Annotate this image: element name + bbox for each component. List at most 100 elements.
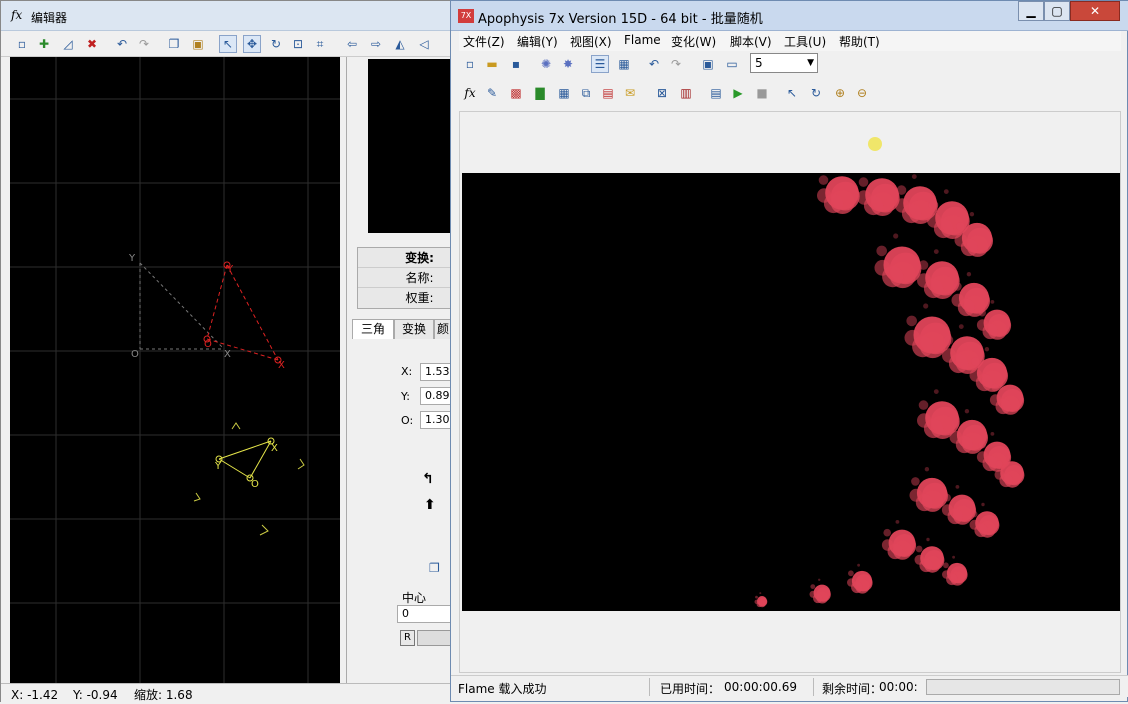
fractal-frond bbox=[917, 249, 960, 299]
quality-combo[interactable]: 5 ▼ bbox=[750, 53, 818, 73]
main-statusbar: Flame 载入成功 已用时间： 00:00:00.69 剩余时间： 00:00… bbox=[451, 675, 1128, 697]
tab-transform[interactable]: 变换 bbox=[394, 319, 434, 339]
redo-icon[interactable]: ↷ bbox=[135, 35, 153, 53]
transform-header: 变换: bbox=[358, 248, 451, 268]
stop-icon[interactable]: ■ bbox=[753, 84, 771, 102]
red-y-label: Y bbox=[227, 264, 234, 275]
play-icon[interactable]: ▶ bbox=[729, 84, 747, 102]
r-button[interactable]: R bbox=[400, 630, 415, 646]
new-file-icon[interactable]: ▫ bbox=[13, 35, 31, 53]
editor-tabs: 三角 变换 颜 bbox=[352, 319, 452, 339]
close-button[interactable]: ✕ bbox=[1070, 1, 1120, 21]
window-icon[interactable]: ▭ bbox=[723, 55, 741, 73]
palette-icon[interactable]: ▩ bbox=[507, 84, 525, 102]
fullscreen-icon[interactable]: ▣ bbox=[699, 55, 717, 73]
editor-titlebar[interactable]: fx 编辑器 bbox=[1, 1, 451, 31]
fractal-frond bbox=[881, 520, 917, 560]
fractal-frond bbox=[754, 592, 768, 608]
delete-icon[interactable]: ✖ bbox=[83, 35, 101, 53]
menu-file[interactable]: 文件(Z) bbox=[463, 33, 505, 50]
menu-edit[interactable]: 编辑(Y) bbox=[517, 33, 558, 50]
transform-info-table: 变换: 名称: 权重: bbox=[357, 247, 452, 309]
undo-icon[interactable]: ↶ bbox=[113, 35, 131, 53]
fractal-frond bbox=[847, 563, 873, 594]
add-triangle-icon[interactable]: ✚ bbox=[35, 35, 53, 53]
select-icon[interactable]: ↖ bbox=[219, 35, 237, 53]
flip-right-icon[interactable]: ⇨ bbox=[367, 35, 385, 53]
reset-button[interactable] bbox=[417, 630, 452, 646]
script-editor-icon[interactable]: ▤ bbox=[707, 84, 725, 102]
render-icon[interactable]: ✺ bbox=[537, 55, 555, 73]
axis-x-label: X bbox=[224, 349, 231, 360]
flame-preview-area[interactable] bbox=[459, 111, 1121, 673]
rotate-icon[interactable]: ↻ bbox=[267, 35, 285, 53]
menu-tools[interactable]: 工具(U) bbox=[784, 33, 826, 50]
thumbnail-view-icon[interactable]: ▦ bbox=[615, 55, 633, 73]
remaining-value: 00:00: bbox=[879, 680, 918, 694]
axis-o-label: O bbox=[131, 349, 139, 360]
menu-help[interactable]: 帮助(T) bbox=[839, 33, 880, 50]
export-icon[interactable]: ▤ bbox=[599, 84, 617, 102]
list-view-icon[interactable]: ☰ bbox=[591, 55, 609, 73]
remaining-label: 剩余时间： bbox=[822, 682, 883, 696]
mutate-icon[interactable]: ▦ bbox=[555, 84, 573, 102]
move-up-icon[interactable]: ⬆ bbox=[424, 497, 436, 513]
red-o-label: O bbox=[204, 339, 212, 350]
gradient-icon[interactable]: ▇ bbox=[531, 84, 549, 102]
fractal-frond bbox=[817, 175, 860, 214]
reset-icon[interactable]: ◁ bbox=[415, 35, 433, 53]
center-field[interactable]: 0 bbox=[397, 605, 452, 623]
y-field[interactable]: 0.892 bbox=[420, 387, 457, 405]
o-field[interactable]: 1.300 bbox=[420, 411, 457, 429]
new-flame-icon[interactable]: ▫ bbox=[461, 55, 479, 73]
pointer-icon[interactable]: ↖ bbox=[783, 84, 801, 102]
main-undo-icon[interactable]: ↶ bbox=[645, 55, 663, 73]
fractal-frond bbox=[909, 467, 948, 512]
fractal-frond bbox=[914, 537, 945, 573]
status-zoom: 缩放: 1.68 bbox=[134, 688, 193, 702]
combo-value: 5 bbox=[755, 56, 763, 70]
open-icon[interactable]: ▬ bbox=[483, 55, 501, 73]
yellow-x-label: X bbox=[271, 443, 278, 454]
flip-left-icon[interactable]: ⇦ bbox=[343, 35, 361, 53]
status-x: X: -1.42 bbox=[11, 688, 59, 702]
maximize-button[interactable]: ▢ bbox=[1044, 1, 1070, 21]
menu-view[interactable]: 视图(X) bbox=[570, 33, 612, 50]
minimize-button[interactable]: ▁ bbox=[1018, 1, 1044, 21]
options-icon[interactable]: ✉ bbox=[621, 84, 639, 102]
transparency-icon[interactable]: ⊠ bbox=[653, 84, 671, 102]
move-icon[interactable]: ✥ bbox=[243, 35, 261, 53]
status-separator bbox=[813, 678, 814, 696]
zoom-in-icon[interactable]: ⊕ bbox=[831, 84, 849, 102]
adjust-icon[interactable]: ✎ bbox=[483, 84, 501, 102]
menu-flame[interactable]: Flame bbox=[624, 33, 661, 47]
tab-triangle[interactable]: 三角 bbox=[352, 319, 394, 339]
triangle-canvas[interactable]: Y O X Y O X X Y O bbox=[10, 57, 340, 683]
duplicate-icon[interactable]: ◿ bbox=[59, 35, 77, 53]
main-redo-icon[interactable]: ↷ bbox=[667, 55, 685, 73]
menu-bar: 文件(Z) 编辑(Y) 视图(X) Flame 变化(W) 脚本(V) 工具(U… bbox=[459, 31, 1121, 51]
mirror-icon[interactable]: ◭ bbox=[391, 35, 409, 53]
editor-statusbar: X: -1.42 Y: -0.94 缩放: 1.68 bbox=[1, 683, 451, 703]
copy-icon[interactable]: ❐ bbox=[165, 35, 183, 53]
copy-transform-icon[interactable]: ❐ bbox=[429, 561, 440, 575]
elapsed-value: 00:00:00.69 bbox=[724, 680, 797, 694]
guides-icon[interactable]: ▥ bbox=[677, 84, 695, 102]
rotate-left-icon[interactable]: ↰ bbox=[422, 471, 434, 487]
menu-variation[interactable]: 变化(W) bbox=[671, 33, 716, 50]
zoom-out-icon[interactable]: ⊖ bbox=[853, 84, 871, 102]
grid-icon[interactable]: ⌗ bbox=[311, 35, 329, 53]
x-field[interactable]: 1.538 bbox=[420, 363, 457, 381]
editor-icon[interactable]: fx bbox=[461, 84, 479, 102]
main-titlebar[interactable]: 7X Apophysis 7x Version 15D - 64 bit - 批… bbox=[451, 1, 1128, 31]
rotate-view-icon[interactable]: ↻ bbox=[807, 84, 825, 102]
browser-icon[interactable]: ⧉ bbox=[577, 84, 595, 102]
app-icon: 7X bbox=[458, 9, 474, 23]
x-label: X: bbox=[401, 365, 413, 378]
render-all-icon[interactable]: ✸ bbox=[559, 55, 577, 73]
fx-icon: fx bbox=[11, 8, 23, 22]
save-icon[interactable]: ▪ bbox=[507, 55, 525, 73]
scale-icon[interactable]: ⊡ bbox=[289, 35, 307, 53]
menu-script[interactable]: 脚本(V) bbox=[730, 33, 772, 50]
paste-icon[interactable]: ▣ bbox=[189, 35, 207, 53]
